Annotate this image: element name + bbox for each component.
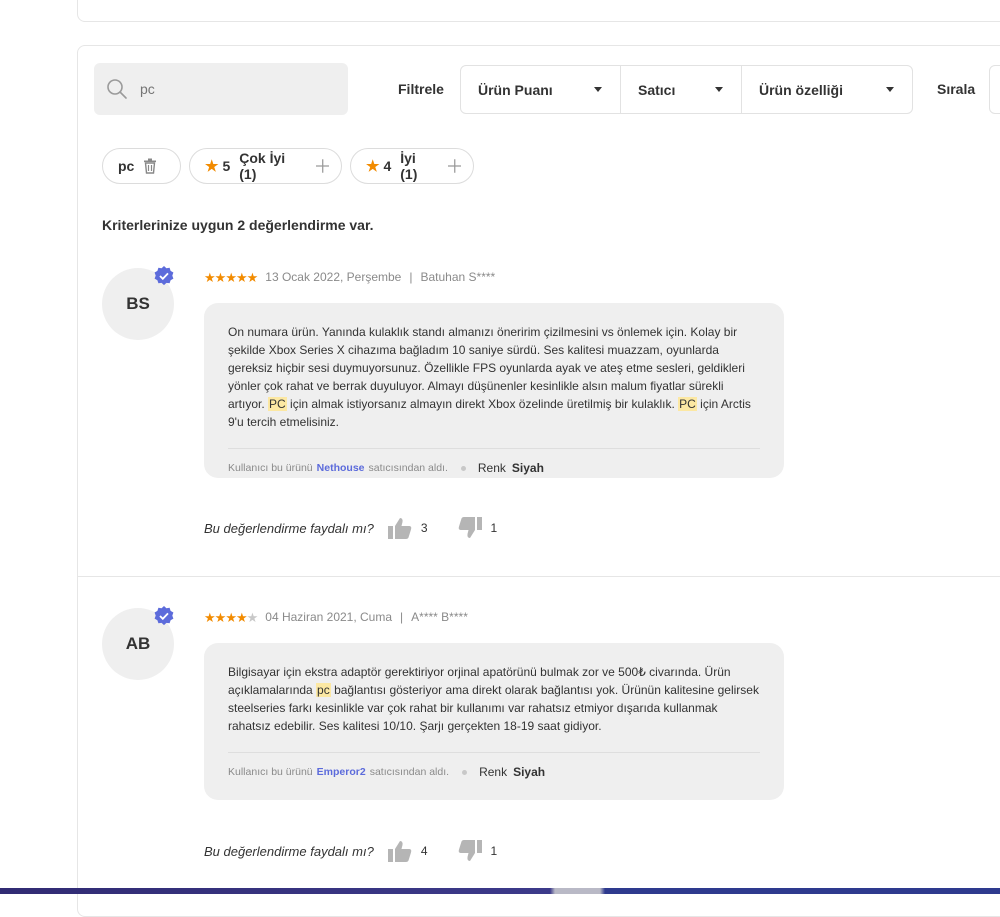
seller-prefix: Kullanıcı bu ürünü	[228, 462, 313, 474]
rating-filter-label: Ürün Puanı	[478, 81, 553, 98]
trash-icon[interactable]	[143, 158, 157, 174]
star-icon: ★	[366, 158, 380, 175]
like-count: 3	[420, 521, 428, 535]
thumbs-up-icon	[387, 518, 412, 539]
chip-rating-4[interactable]: ★ 4 İyi (1)	[350, 148, 474, 184]
verified-badge-icon	[154, 606, 174, 626]
star-icon: ★	[205, 158, 219, 175]
color-value: Siyah	[513, 765, 546, 779]
dislike-count: 1	[490, 844, 498, 858]
review-author: A**** B****	[411, 610, 468, 624]
chip-rating-5[interactable]: ★ 5 Çok İyi (1)	[189, 148, 342, 184]
like-count: 4	[420, 844, 428, 858]
chip-search-term[interactable]: pc	[102, 148, 181, 184]
thumbs-down-icon	[458, 517, 482, 538]
search-icon	[107, 79, 127, 99]
plus-icon[interactable]	[315, 159, 329, 173]
filter-group: Ürün Puanı Satıcı Ürün özelliği	[460, 65, 913, 114]
color-label: Renk	[477, 461, 506, 475]
seller-link[interactable]: Nethouse	[317, 462, 365, 474]
review-divider	[77, 576, 1000, 577]
previous-card	[77, 0, 1000, 22]
avatar-initials: AB	[125, 634, 151, 653]
dislike-count: 1	[490, 521, 498, 535]
review-date: 13 Ocak 2022, Perşembe	[265, 270, 402, 284]
review-meta: ★ ★ ★ ★ ★ 13 Ocak 2022, Perşembe | Batuhan S…	[204, 270, 495, 284]
review-author: Batuhan S****	[420, 270, 496, 284]
chip-stars: 5	[222, 158, 231, 174]
search-input[interactable]	[138, 80, 322, 98]
seller-suffix: satıcısından aldı.	[369, 766, 450, 778]
plus-icon[interactable]	[447, 159, 462, 173]
dot-separator	[460, 465, 466, 471]
meta-separator: |	[409, 270, 413, 284]
dot-separator	[462, 769, 468, 775]
chip-label: Çok İyi (1)	[239, 150, 286, 182]
thumbs-down-icon	[458, 840, 482, 861]
seller-filter-dropdown[interactable]: Satıcı	[621, 66, 742, 113]
star-rating: ★ ★ ★ ★ ★	[204, 609, 258, 625]
purchase-info: Kullanıcı bu ürünü Nethouse satıcısından…	[228, 448, 760, 487]
feature-filter-dropdown[interactable]: Ürün özelliği	[742, 66, 912, 113]
meta-separator: |	[400, 610, 404, 624]
chevron-down-icon	[715, 87, 723, 92]
review-text: Bilgisayar için ekstra adaptör gerektiri…	[228, 665, 759, 733]
taskbar-strip	[0, 888, 1000, 894]
like-button[interactable]: 4	[387, 840, 428, 862]
search-highlight: PC	[268, 397, 287, 411]
chevron-down-icon	[594, 87, 602, 92]
color-label: Renk	[479, 765, 508, 779]
review-search[interactable]	[94, 63, 348, 115]
seller-suffix: satıcısından aldı.	[368, 462, 448, 474]
avatar-initials: BS	[126, 294, 150, 313]
verified-badge-icon	[154, 266, 174, 286]
sort-label: Sırala	[937, 81, 976, 97]
like-button[interactable]: 3	[387, 517, 428, 539]
thumbs-up-icon	[387, 841, 412, 862]
chevron-down-icon	[886, 87, 894, 92]
search-highlight: PC	[678, 397, 697, 411]
dislike-button[interactable]: 1	[458, 517, 498, 539]
feature-filter-label: Ürün özelliği	[759, 81, 843, 98]
review-bubble: On numara ürün. Yanında kulaklık standı …	[204, 303, 784, 478]
review-bubble: Bilgisayar için ekstra adaptör gerektiri…	[204, 643, 784, 800]
filter-label: Filtrele	[398, 81, 444, 97]
review-meta: ★ ★ ★ ★ ★ 04 Haziran 2021, Cuma | A**** B***…	[204, 610, 468, 624]
seller-filter-label: Satıcı	[638, 81, 676, 98]
helpful-question: Bu değerlendirme faydalı mı?	[204, 843, 374, 859]
search-highlight: pc	[316, 683, 331, 697]
purchase-info: Kullanıcı bu ürünü Emperor2 satıcısından…	[228, 752, 760, 791]
chip-stars: 4	[383, 158, 392, 174]
sort-dropdown[interactable]	[989, 65, 1000, 114]
rating-filter-dropdown[interactable]: Ürün Puanı	[461, 66, 621, 113]
helpful-row: Bu değerlendirme faydalı mı? 3 1	[204, 517, 497, 539]
helpful-row: Bu değerlendirme faydalı mı? 4 1	[204, 840, 497, 862]
chip-label: pc	[118, 158, 135, 174]
helpful-question: Bu değerlendirme faydalı mı?	[204, 520, 374, 536]
dislike-button[interactable]: 1	[458, 840, 498, 862]
review-text: On numara ürün. Yanında kulaklık standı …	[228, 325, 751, 429]
result-count: Kriterlerinize uygun 2 değerlendirme var…	[102, 217, 374, 233]
seller-link[interactable]: Emperor2	[317, 766, 366, 778]
star-rating: ★ ★ ★ ★ ★	[204, 269, 258, 285]
seller-prefix: Kullanıcı bu ürünü	[228, 766, 313, 778]
color-value: Siyah	[511, 461, 544, 475]
chip-label: İyi (1)	[400, 150, 418, 182]
review-date: 04 Haziran 2021, Cuma	[265, 610, 393, 624]
